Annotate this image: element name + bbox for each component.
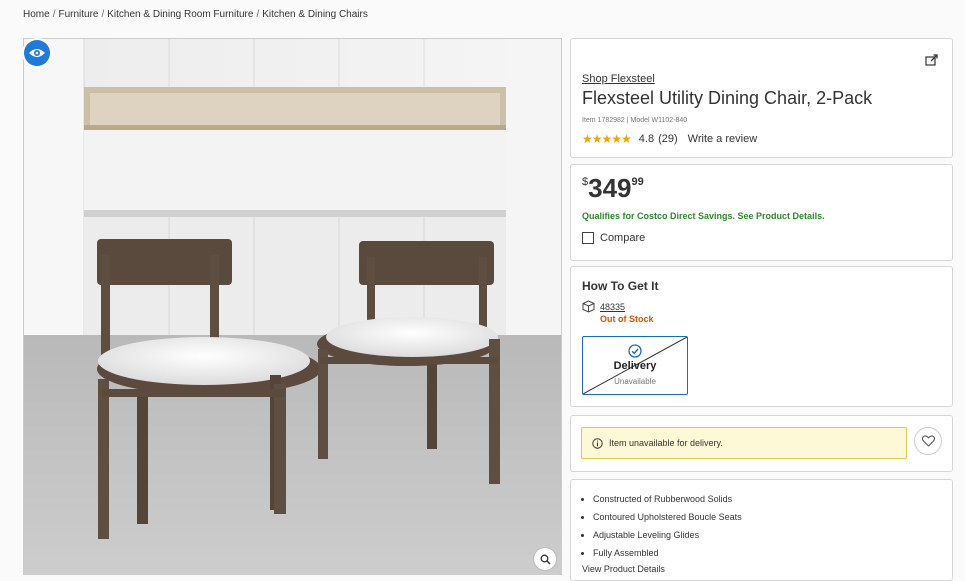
shop-brand-link[interactable]: Shop Flexsteel bbox=[582, 73, 655, 85]
eye-icon bbox=[29, 49, 45, 57]
write-review-link[interactable]: Write a review bbox=[688, 133, 757, 145]
price-currency: $ bbox=[582, 176, 589, 188]
box-icon bbox=[582, 300, 595, 313]
product-title: Flexsteel Utility Dining Chair, 2-Pack bbox=[582, 88, 873, 108]
how-to-get-it-heading: How To Get It bbox=[582, 279, 659, 293]
feature-item: Contoured Upholstered Boucle Seats bbox=[593, 511, 742, 523]
compare-checkbox[interactable] bbox=[582, 232, 594, 244]
stock-status: Out of Stock bbox=[600, 314, 654, 324]
product-summary-card: Shop Flexsteel Flexsteel Utility Dining … bbox=[570, 38, 953, 158]
product-image-gallery[interactable] bbox=[23, 38, 562, 575]
product-image bbox=[24, 39, 561, 574]
product-price: $34999 bbox=[582, 173, 644, 204]
price-cents: 99 bbox=[631, 176, 644, 188]
price-card: $34999 Qualifies for Costco Direct Savin… bbox=[570, 164, 953, 261]
feature-item: Adjustable Leveling Glides bbox=[593, 529, 742, 541]
add-to-list-button[interactable] bbox=[914, 427, 942, 455]
compare-label: Compare bbox=[600, 232, 646, 244]
check-circle-icon bbox=[628, 344, 642, 358]
breadcrumb-home[interactable]: Home bbox=[23, 9, 50, 20]
delivery-zip[interactable]: 48335 bbox=[582, 300, 625, 313]
breadcrumb: Home / Furniture / Kitchen & Dining Room Fur… bbox=[23, 9, 368, 20]
feature-list: Constructed of Rubberwood Solids Contour… bbox=[582, 493, 742, 565]
product-features-card: Constructed of Rubberwood Solids Contour… bbox=[570, 479, 953, 581]
delivery-option-tile[interactable]: Delivery Unavailable bbox=[582, 336, 688, 395]
zip-code-link[interactable]: 48335 bbox=[600, 302, 625, 312]
share-icon bbox=[925, 54, 938, 66]
delivery-option-label: Delivery bbox=[613, 360, 657, 372]
zoom-button[interactable] bbox=[533, 547, 557, 571]
share-button[interactable] bbox=[925, 53, 939, 71]
compare-toggle[interactable]: Compare bbox=[582, 232, 645, 244]
view-3d-button[interactable] bbox=[24, 40, 50, 66]
availability-notice-card: Item unavailable for delivery. bbox=[570, 415, 953, 472]
star-rating-icon: ★★★★★ bbox=[582, 132, 632, 146]
rating-summary[interactable]: ★★★★★ 4.8 (29) Write a review bbox=[582, 132, 757, 146]
notice-text: Item unavailable for delivery. bbox=[609, 438, 723, 448]
rating-count[interactable]: (29) bbox=[658, 133, 678, 145]
breadcrumb-separator: / bbox=[101, 9, 105, 20]
rating-value: 4.8 bbox=[638, 133, 655, 145]
heart-icon bbox=[921, 435, 935, 447]
magnifier-icon bbox=[540, 554, 550, 564]
delivery-option-status: Unavailable bbox=[614, 377, 656, 386]
item-model-number: Item 1782982 | Model W1102-840 bbox=[582, 117, 688, 124]
breadcrumb-furniture[interactable]: Furniture bbox=[58, 9, 98, 20]
delivery-unavailable-notice: Item unavailable for delivery. bbox=[581, 427, 907, 459]
breadcrumb-separator: / bbox=[52, 9, 56, 20]
breadcrumb-kitchen-dining-chairs[interactable]: Kitchen & Dining Chairs bbox=[262, 9, 368, 20]
breadcrumb-kitchen-dining-furniture[interactable]: Kitchen & Dining Room Furniture bbox=[107, 9, 253, 20]
info-icon bbox=[592, 437, 603, 449]
breadcrumb-separator: / bbox=[256, 9, 260, 20]
feature-item: Constructed of Rubberwood Solids bbox=[593, 493, 742, 505]
price-dollars: 349 bbox=[588, 173, 632, 203]
feature-item: Fully Assembled bbox=[593, 547, 742, 559]
costco-direct-savings-note[interactable]: Qualifies for Costco Direct Savings. See… bbox=[582, 211, 825, 221]
fulfillment-card: How To Get It 48335 Out of Stock Deliver… bbox=[570, 266, 953, 407]
